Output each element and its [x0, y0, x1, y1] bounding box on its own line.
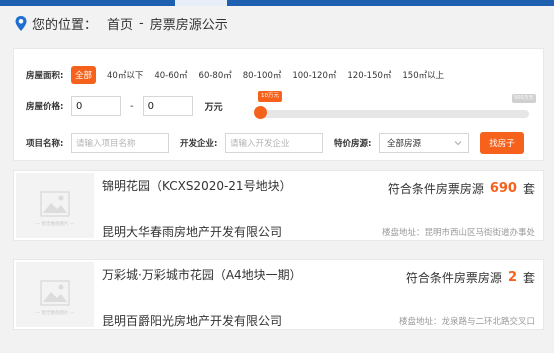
- price-slider-handle[interactable]: [254, 106, 267, 119]
- area-option-60-80[interactable]: 60-80㎡: [199, 69, 232, 81]
- search-row: 项目名称: 请输入项目名称 开发企业: 请输入开发企业 特价房源: 全部房源 找…: [26, 132, 524, 154]
- top-nav-strip: [0, 0, 554, 6]
- listing-card[interactable]: — 暂无楼盘图片 — 万彩城·万彩城市花园（A4地块一期） 昆明百爵阳光房地产开…: [13, 259, 544, 330]
- project-name-input[interactable]: 请输入项目名称: [71, 133, 169, 153]
- area-option-over-150[interactable]: 150㎡以上: [402, 69, 444, 81]
- price-filter-row: 房屋价格: 0 - 0 万元: [26, 96, 223, 116]
- price-filter-label: 房屋价格:: [26, 102, 64, 112]
- listing-count: 符合条件房票房源 690 套: [388, 180, 535, 197]
- developer-label: 开发企业:: [180, 139, 218, 149]
- listing-count-unit: 套: [522, 182, 535, 196]
- special-offer-selected-value: 全部房源: [387, 139, 422, 149]
- listing-count: 符合条件房票房源 2 套: [406, 269, 535, 286]
- area-option-100-120[interactable]: 100-120㎡: [292, 69, 336, 81]
- top-nav-highlight: [175, 0, 227, 6]
- listing-count-unit: 套: [522, 271, 535, 285]
- listing-count-value: 690: [489, 181, 517, 196]
- filter-panel: 房屋面积: 全部 40㎡以下 40-60㎡ 60-80㎡ 80-100㎡ 100…: [13, 48, 544, 161]
- area-option-120-150[interactable]: 120-150㎡: [347, 69, 391, 81]
- thumbnail-caption: — 暂无楼盘图片 —: [35, 222, 75, 227]
- special-offer-select[interactable]: 全部房源: [379, 133, 469, 153]
- breadcrumb-location-label: 您的位置：: [32, 17, 98, 33]
- breadcrumb-current: 房票房源公示: [149, 17, 228, 33]
- area-filter-label: 房屋面积:: [26, 71, 64, 81]
- listing-developer: 昆明大华春雨房地产开发有限公司: [102, 225, 283, 239]
- listing-count-value: 2: [507, 270, 517, 285]
- area-option-40-60[interactable]: 40-60㎡: [154, 69, 187, 81]
- listing-count-label: 符合条件房票房源: [387, 182, 484, 196]
- price-range-dash: -: [130, 100, 134, 112]
- listing-address: 楼盘地址：龙泉路与二环北路交叉口: [398, 317, 535, 327]
- slider-max-tooltip: 500万元: [512, 94, 536, 103]
- image-placeholder-icon: [40, 280, 70, 306]
- listing-count-label: 符合条件房票房源: [405, 271, 502, 285]
- price-max-input[interactable]: 0: [142, 96, 193, 116]
- listing-card[interactable]: — 暂无楼盘图片 — 锦明花园（KCXS2020-21号地块） 昆明大华春雨房地…: [13, 170, 544, 241]
- listing-thumbnail-placeholder: — 暂无楼盘图片 —: [16, 173, 94, 238]
- image-placeholder-icon: [40, 191, 70, 217]
- breadcrumb-home-link[interactable]: 首页: [107, 14, 133, 33]
- area-option-80-100[interactable]: 80-100㎡: [243, 69, 282, 81]
- listing-address: 楼盘地址：昆明市西山区马街街道办事处: [381, 228, 535, 238]
- price-min-input[interactable]: 0: [71, 96, 121, 116]
- slider-min-tooltip: 10万元: [258, 91, 282, 102]
- project-name-label: 项目名称:: [26, 139, 64, 149]
- thumbnail-caption: — 暂无楼盘图片 —: [35, 311, 75, 316]
- breadcrumb-separator: -: [139, 15, 144, 31]
- listing-developer: 昆明百爵阳光房地产开发有限公司: [102, 314, 283, 328]
- chevron-down-icon: [454, 141, 462, 146]
- area-option-under-40[interactable]: 40㎡以下: [107, 69, 143, 81]
- listing-title[interactable]: 锦明花园（KCXS2020-21号地块）: [102, 177, 312, 195]
- listing-thumbnail-placeholder: — 暂无楼盘图片 —: [16, 262, 94, 327]
- developer-input[interactable]: 请输入开发企业: [225, 133, 323, 153]
- location-pin-icon: [15, 15, 27, 31]
- breadcrumb: 您的位置： 首页 - 房票房源公示: [14, 13, 228, 33]
- special-offer-label: 特价房源:: [334, 139, 372, 149]
- area-option-all[interactable]: 全部: [71, 66, 97, 84]
- price-unit: 万元: [204, 102, 223, 113]
- price-slider-track[interactable]: [261, 110, 529, 118]
- find-house-button[interactable]: 找房子: [480, 132, 524, 154]
- area-filter-row: 房屋面积: 全部 40㎡以下 40-60㎡ 60-80㎡ 80-100㎡ 100…: [26, 66, 455, 84]
- listing-title[interactable]: 万彩城·万彩城市花园（A4地块一期）: [102, 266, 312, 284]
